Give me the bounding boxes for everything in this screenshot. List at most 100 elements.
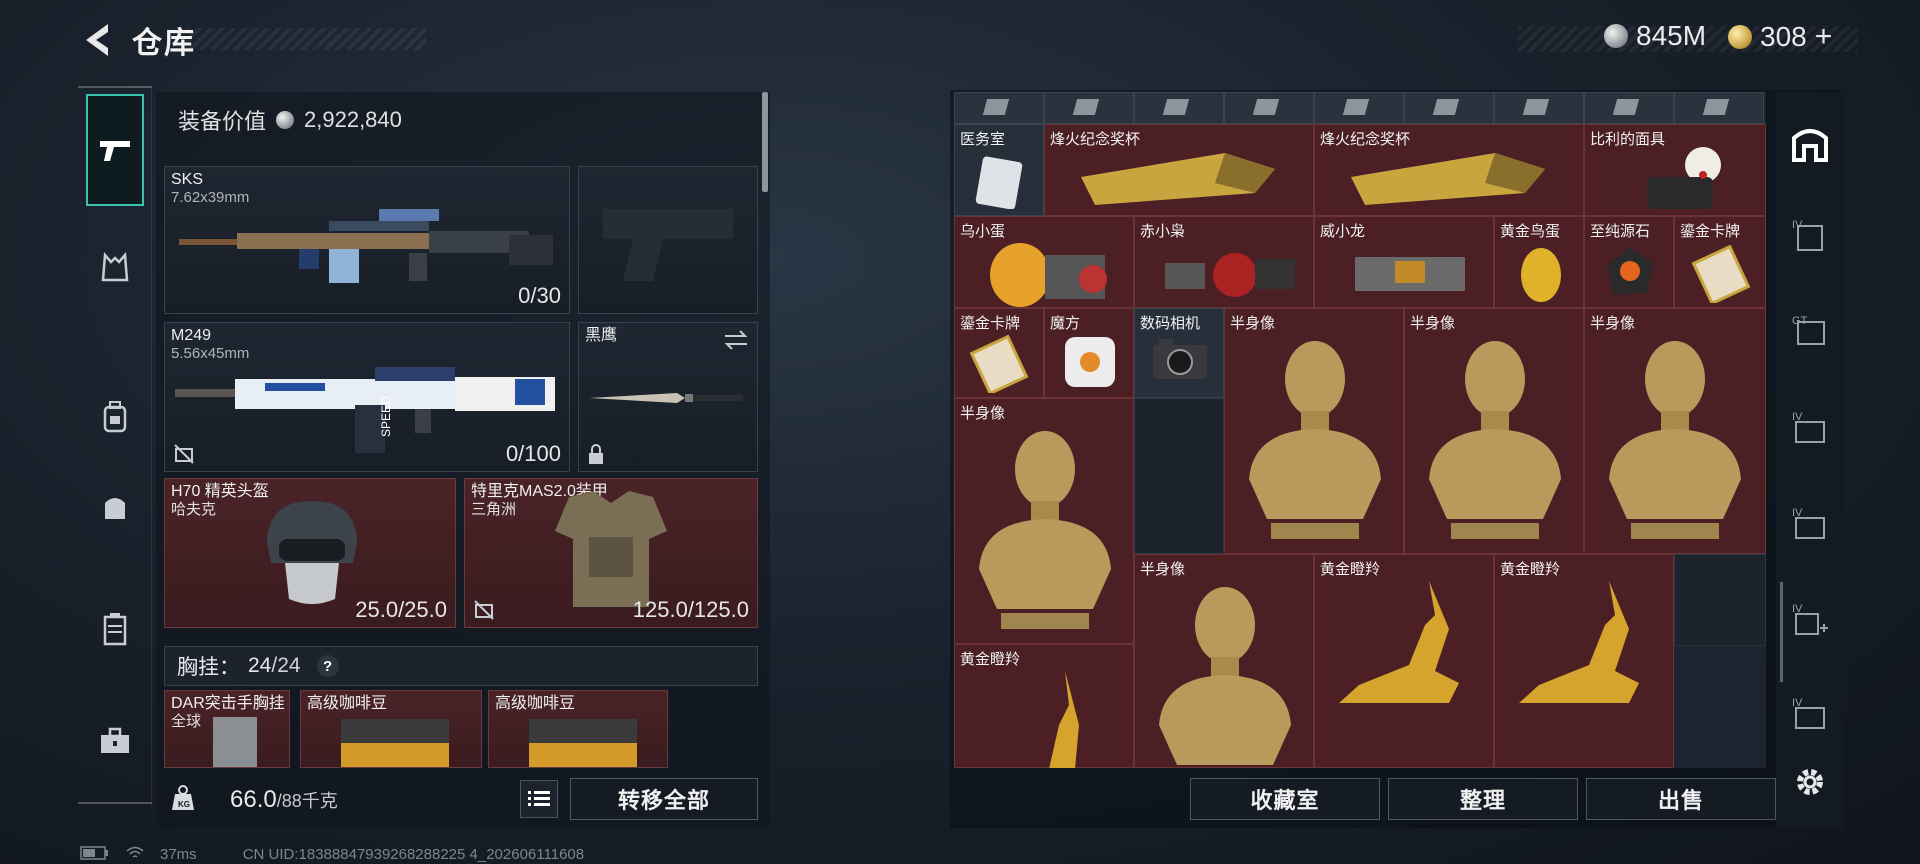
- bust-image: [1429, 341, 1561, 539]
- list-view-button[interactable]: [520, 780, 558, 818]
- item-label: 黄金瞪羚: [960, 651, 1021, 668]
- rig-item-coffee-2[interactable]: 高级咖啡豆: [488, 690, 668, 768]
- bust-image: [979, 431, 1111, 629]
- silver-coin-icon: [276, 111, 295, 129]
- back-arrow-icon[interactable]: [78, 20, 114, 60]
- chest-rig-used: 24: [248, 654, 272, 677]
- storage-item-trophy[interactable]: 烽火纪念奖杯: [1314, 124, 1584, 216]
- collection-room-button[interactable]: 收藏室: [1190, 778, 1380, 820]
- storage-cell-partial[interactable]: [1584, 92, 1674, 124]
- armor-slot[interactable]: 特里克MAS2.0装甲 三角洲 125.0/125.0: [464, 478, 758, 628]
- storage-cell-partial[interactable]: [1044, 92, 1134, 124]
- storage-item-power-dragon[interactable]: 威小龙: [1314, 216, 1494, 308]
- nav-gun-icon[interactable]: [86, 94, 144, 206]
- tab-storage-2[interactable]: GT: [1786, 308, 1834, 356]
- storage-item-crow-egg[interactable]: 乌小蛋: [954, 216, 1134, 308]
- tab-storage-5[interactable]: IV: [1786, 690, 1834, 738]
- cube-image: [1065, 337, 1115, 387]
- storage-cell-partial[interactable]: [1404, 92, 1494, 124]
- sell-button[interactable]: 出售: [1586, 778, 1776, 820]
- tab-storage-4[interactable]: IV: [1786, 500, 1834, 548]
- storage-item-bust[interactable]: 半身像: [1404, 308, 1584, 554]
- helmet-name: H70 精英头盔: [171, 483, 269, 500]
- nav-case-icon[interactable]: [84, 598, 146, 660]
- gazelle-image: [1519, 581, 1639, 703]
- warehouse-icon: [1792, 129, 1828, 162]
- storage-item-bust[interactable]: 半身像: [1224, 308, 1404, 554]
- add-gold-button[interactable]: +: [1815, 20, 1833, 54]
- storage-box-icon: IV: [1792, 411, 1825, 443]
- rig-item-coffee-1[interactable]: 高级咖啡豆: [300, 690, 482, 768]
- storage-item-cube[interactable]: 魔方: [1044, 308, 1134, 398]
- weapon-name: M249: [171, 327, 212, 344]
- helmet-brand: 哈夫克: [171, 501, 217, 518]
- item-label: 魔方: [1050, 315, 1081, 332]
- storage-cell-partial[interactable]: [1314, 92, 1404, 124]
- storage-item-trophy[interactable]: 烽火纪念奖杯: [1044, 124, 1314, 216]
- title-decoration: [186, 28, 426, 50]
- settings-button[interactable]: [1786, 758, 1834, 806]
- storage-item-bust[interactable]: 半身像: [1134, 554, 1314, 768]
- chest-rig-header: 胸挂： 24/24 ?: [164, 646, 758, 686]
- svg-text:IV: IV: [1792, 219, 1803, 231]
- rig-item-dar[interactable]: DAR突击手胸挂 全球: [164, 690, 290, 768]
- storage-cell-partial[interactable]: [954, 92, 1044, 124]
- tab-storage-1[interactable]: IV: [1786, 212, 1834, 260]
- swap-icon[interactable]: [723, 329, 749, 351]
- egg-figure-image: [990, 243, 1107, 307]
- storage-item-golden-egg[interactable]: 黄金鸟蛋: [1494, 216, 1584, 308]
- nav-toolbox-icon[interactable]: [84, 710, 146, 772]
- storage-cell-empty[interactable]: [1674, 554, 1766, 646]
- helmet-slot[interactable]: H70 精英头盔 哈夫克 25.0/25.0: [164, 478, 456, 628]
- item-label: 鎏金卡牌: [960, 315, 1021, 332]
- weapon-name: SKS: [171, 171, 204, 188]
- gold-currency[interactable]: 308 +: [1728, 20, 1832, 54]
- storage-item-red-owl[interactable]: 赤小枭: [1134, 216, 1314, 308]
- storage-item-bust[interactable]: 半身像: [1584, 308, 1766, 554]
- storage-item-gilded-card[interactable]: 鎏金卡牌: [954, 308, 1044, 398]
- storage-item-medical-room[interactable]: 医务室: [954, 124, 1044, 216]
- bust-image: [1609, 341, 1741, 539]
- storage-item-golden-gazelle[interactable]: 黄金瞪羚: [954, 644, 1134, 768]
- svg-text:IV: IV: [1792, 411, 1803, 423]
- uid-text: CN UID:18388847939268288225 4_2026061116…: [242, 846, 585, 863]
- equipment-scrollbar[interactable]: [762, 92, 768, 192]
- storage-cell-partial[interactable]: [1224, 92, 1314, 124]
- bust-image: [1159, 587, 1291, 765]
- secondary-weapon-slot[interactable]: M249 5.56x45mm SPEED 0/100: [164, 322, 570, 472]
- weight-max: /88千克: [276, 791, 338, 811]
- tab-main-storage[interactable]: [1786, 118, 1834, 166]
- storage-item-gilded-card[interactable]: 鎏金卡牌: [1674, 216, 1766, 308]
- nav-pouch-icon[interactable]: [84, 476, 146, 538]
- nav-backpack-icon[interactable]: [84, 386, 146, 448]
- storage-item-digital-camera[interactable]: 数码相机: [1134, 308, 1224, 398]
- stone-image: [1607, 247, 1653, 295]
- sort-button[interactable]: 整理: [1388, 778, 1578, 820]
- silver-amount: 845M: [1636, 20, 1707, 51]
- list-icon: [528, 791, 550, 806]
- storage-cell-empty[interactable]: [1134, 398, 1224, 554]
- chest-rig-image: [213, 717, 257, 767]
- storage-cell-partial[interactable]: [1134, 92, 1224, 124]
- storage-item-golden-gazelle[interactable]: 黄金瞪羚: [1314, 554, 1494, 768]
- lock-icon: [589, 444, 603, 464]
- armor-brand: 三角洲: [471, 501, 517, 518]
- transfer-all-button[interactable]: 转移全部: [570, 778, 758, 820]
- storage-item-billy-mask[interactable]: 比利的面具: [1584, 124, 1766, 216]
- pistol-slot-empty[interactable]: [578, 166, 758, 314]
- storage-box-icon: IV: [1792, 697, 1825, 729]
- storage-item-pure-source-stone[interactable]: 至纯源石: [1584, 216, 1674, 308]
- storage-cell-partial[interactable]: [1494, 92, 1584, 124]
- melee-slot[interactable]: 黑鹰: [578, 322, 758, 472]
- tab-storage-add[interactable]: IV: [1786, 596, 1834, 644]
- weapon-ammo: 0/100: [505, 441, 561, 466]
- help-icon[interactable]: ?: [316, 655, 339, 677]
- tab-storage-3[interactable]: IV: [1786, 404, 1834, 452]
- storage-item-bust[interactable]: 半身像: [954, 398, 1134, 644]
- tabs-scrollbar[interactable]: [1780, 582, 1783, 682]
- primary-weapon-slot[interactable]: SKS 7.62x39mm 0/30: [164, 166, 570, 314]
- nav-rig-icon[interactable]: [84, 236, 146, 298]
- coffee-bag-image: [529, 719, 637, 767]
- storage-item-golden-gazelle[interactable]: 黄金瞪羚: [1494, 554, 1674, 768]
- storage-cell-partial[interactable]: [1674, 92, 1764, 124]
